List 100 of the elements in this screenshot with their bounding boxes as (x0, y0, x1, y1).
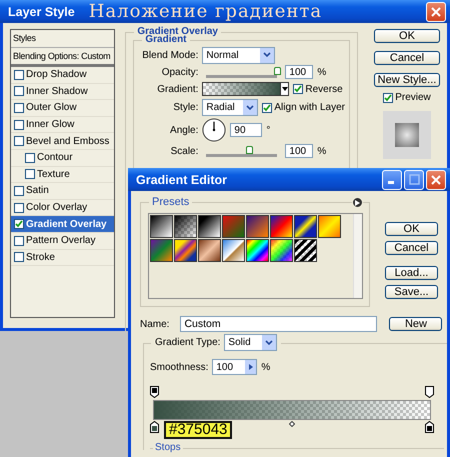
checkbox[interactable] (14, 102, 24, 113)
style-list-item[interactable]: Bevel and Emboss (11, 133, 114, 150)
style-list-item[interactable]: Stroke (11, 250, 114, 266)
scale-field[interactable]: 100 (285, 144, 314, 158)
checkbox[interactable] (14, 86, 24, 96)
color-hex-label: #375043 (164, 421, 232, 439)
dialog-button[interactable]: OK (374, 29, 440, 43)
field-label: Gradient: (156, 84, 198, 94)
checkbox[interactable] (25, 169, 35, 180)
dropdown-arrow-icon (282, 87, 288, 91)
field-label: Style: (172, 102, 198, 113)
style-list-item[interactable]: Outer Glow (11, 100, 114, 117)
checkbox-label: Align with Layer (274, 102, 345, 113)
gradient-picker[interactable] (202, 82, 290, 96)
gradient-swatch[interactable] (198, 239, 221, 262)
style-list-item[interactable]: Drop Shadow (11, 67, 114, 84)
checkbox[interactable] (14, 236, 24, 246)
gradient-swatch[interactable] (318, 215, 341, 238)
style-list-item[interactable]: Texture (11, 166, 114, 184)
blending-options-item[interactable]: Blending Options: Custom (11, 48, 114, 67)
checkbox[interactable] (14, 136, 24, 146)
checkbox[interactable] (25, 152, 35, 163)
maximize-button[interactable] (404, 170, 424, 190)
preview-thumbnail (383, 111, 431, 159)
new-button[interactable]: New (389, 317, 442, 331)
field-label: Scale: (170, 146, 198, 156)
close-icon (431, 174, 441, 184)
checkbox[interactable] (14, 186, 24, 196)
gradient-swatch[interactable] (150, 239, 173, 262)
dialog-button[interactable]: OK (385, 222, 438, 236)
gradient-swatch[interactable] (294, 215, 317, 238)
gradient-swatch[interactable] (246, 239, 269, 262)
style-list-item[interactable]: Gradient Overlay (11, 216, 114, 233)
checkbox-label: Reverse (305, 84, 343, 94)
color-stop-icon[interactable] (150, 421, 159, 433)
color-stop-icon[interactable] (425, 421, 434, 433)
gradient-swatch[interactable] (174, 239, 197, 262)
slider-thumb[interactable] (246, 146, 253, 154)
close-button[interactable] (426, 2, 446, 22)
dialog-button[interactable]: Save... (385, 285, 438, 299)
gradient-swatch[interactable] (270, 239, 293, 262)
dialog-button[interactable]: Cancel (385, 241, 438, 255)
checkbox[interactable] (14, 202, 24, 213)
field-label: Opacity: (160, 66, 198, 78)
opacity-stop-icon[interactable] (425, 386, 434, 398)
style-list-item[interactable]: Pattern Overlay (11, 232, 114, 250)
checkmark-icon (15, 220, 23, 228)
unit-label: ° (266, 124, 270, 136)
gradient-swatch[interactable] (270, 215, 293, 238)
blend-mode-select[interactable]: Normal (202, 46, 276, 64)
checkbox[interactable] (14, 120, 24, 130)
checkmark-icon (263, 104, 272, 112)
dialog-button[interactable]: Cancel (374, 51, 440, 65)
style-list-item[interactable]: Satin (11, 183, 114, 200)
name-field[interactable]: Custom (180, 316, 378, 332)
gradient-type-select[interactable]: Solid (224, 334, 278, 351)
group-title: Gradient (142, 34, 190, 45)
close-icon (431, 6, 441, 16)
minimize-button[interactable] (382, 170, 402, 190)
field-label: Angle: (169, 124, 198, 136)
checkbox-label: Preview (395, 92, 431, 103)
caption-text: Наложение градиента (88, 1, 322, 22)
checkbox[interactable] (293, 84, 304, 94)
unit-label: % (317, 66, 326, 78)
dialog-button[interactable]: Load... (385, 266, 438, 280)
angle-field[interactable]: 90 (230, 123, 262, 137)
opacity-field[interactable]: 100 (285, 65, 314, 79)
style-list-item[interactable]: Inner Shadow (11, 84, 114, 100)
maximize-icon (408, 174, 420, 185)
gradient-swatch[interactable] (150, 215, 173, 238)
smoothness-field[interactable]: 100 (212, 359, 258, 375)
checkmark-icon (384, 94, 392, 102)
unit-label: % (317, 146, 326, 156)
gradient-swatch[interactable] (294, 239, 317, 262)
gradient-swatch[interactable] (198, 215, 221, 238)
presets-label: Presets (149, 196, 192, 208)
angle-dial-icon (202, 118, 226, 142)
gradient-swatch[interactable] (246, 215, 269, 238)
checkbox[interactable] (14, 70, 24, 80)
unit-label: % (261, 362, 270, 372)
style-select[interactable]: Radial (202, 99, 258, 116)
checkbox[interactable] (14, 252, 24, 262)
scrollbar[interactable] (353, 214, 362, 298)
gradient-swatch[interactable] (174, 215, 197, 238)
window-title: Gradient Editor (136, 172, 227, 186)
menu-arrow-icon[interactable] (352, 197, 363, 208)
opacity-stop-icon[interactable] (150, 386, 159, 398)
dialog-button[interactable]: New Style... (374, 73, 440, 87)
style-list-item[interactable]: Inner Glow (11, 116, 114, 134)
slider-thumb[interactable] (274, 66, 282, 74)
field-label: Smoothness: (150, 362, 208, 372)
checkbox[interactable] (14, 219, 24, 230)
close-button[interactable] (426, 170, 446, 190)
checkbox[interactable] (383, 92, 394, 102)
checkbox[interactable] (262, 102, 272, 112)
checkmark-icon (294, 85, 302, 93)
gradient-swatch[interactable] (222, 215, 245, 238)
style-list-item[interactable]: Contour (11, 150, 114, 167)
gradient-swatch[interactable] (222, 239, 245, 262)
styles-header[interactable]: Styles (11, 30, 114, 48)
